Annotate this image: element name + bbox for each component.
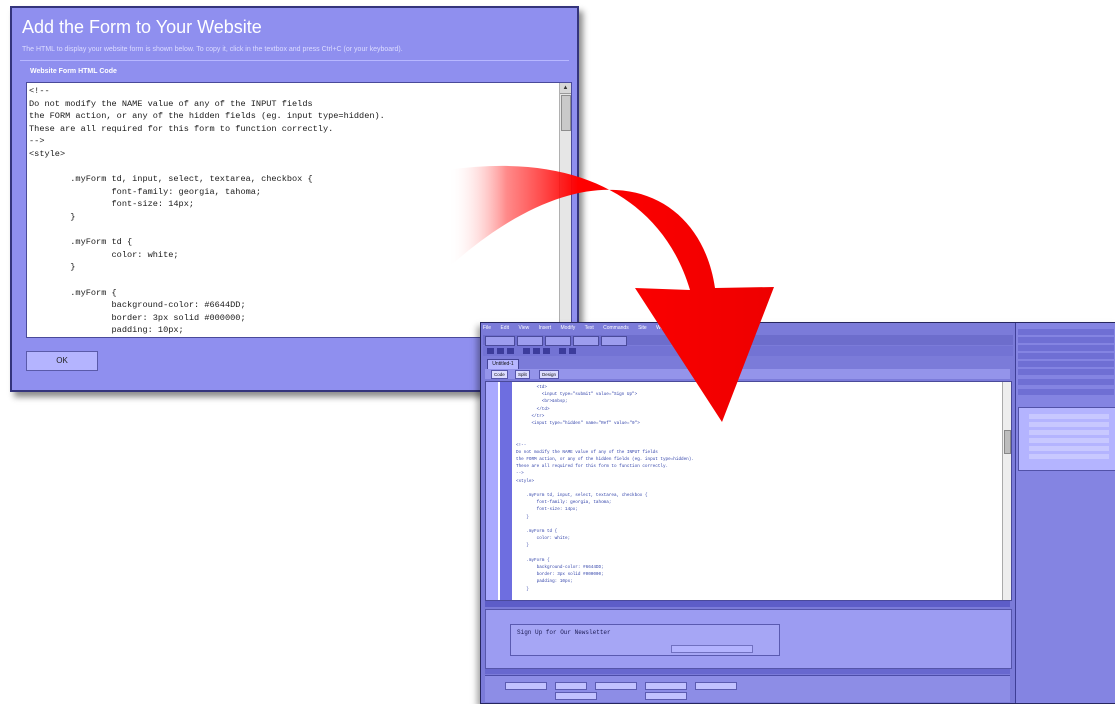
toolbar-tab[interactable] [545, 336, 571, 346]
menu-item-view[interactable]: View [518, 325, 529, 331]
property-field[interactable] [555, 692, 597, 700]
toolbar-icon[interactable] [507, 348, 514, 354]
panel-header[interactable] [1018, 353, 1114, 359]
panel-header[interactable] [1018, 369, 1114, 375]
html-editor-window: File Edit View Insert Modify Text Comman… [480, 322, 1115, 704]
file-row[interactable] [1029, 438, 1109, 443]
toolbar-tab[interactable] [517, 336, 543, 346]
file-row[interactable] [1029, 422, 1109, 427]
toolbar-icon[interactable] [533, 348, 540, 354]
property-field[interactable] [555, 682, 587, 690]
toolbar-icon[interactable] [569, 348, 576, 354]
insert-toolbar [483, 335, 1013, 346]
menu-item-commands[interactable]: Commands [603, 325, 629, 331]
html-code-text[interactable]: <!-- Do not modify the NAME value of any… [29, 85, 385, 337]
toolbar-icon[interactable] [497, 348, 504, 354]
signup-field[interactable] [671, 645, 753, 653]
menu-item-window[interactable]: Window [656, 325, 674, 331]
scroll-thumb[interactable] [561, 95, 571, 131]
scroll-up-icon[interactable]: ▲ [560, 83, 571, 94]
property-field[interactable] [695, 682, 737, 690]
panel-header[interactable] [1018, 329, 1114, 335]
files-panel[interactable] [1018, 407, 1115, 471]
menu-item-text[interactable]: Text [585, 325, 594, 331]
file-row[interactable] [1029, 414, 1109, 419]
code-scrollbar[interactable]: ▲ ▼ [559, 83, 571, 337]
properties-panel [485, 675, 1010, 702]
menu-item-edit[interactable]: Edit [500, 325, 509, 331]
toolbar-icon[interactable] [543, 348, 550, 354]
panel-header[interactable] [1018, 337, 1114, 343]
coding-toolbar [486, 382, 498, 600]
dialog-description: The HTML to display your website form is… [22, 46, 403, 53]
toolbar-tab[interactable] [573, 336, 599, 346]
tag-selector-bar [485, 601, 1010, 607]
panel-header[interactable] [1018, 379, 1114, 385]
menu-item-insert[interactable]: Insert [539, 325, 552, 331]
panel-header[interactable] [1018, 361, 1114, 367]
toolbar-tab[interactable] [601, 336, 627, 346]
menu-item-help[interactable]: Help [683, 325, 693, 331]
menu-item-site[interactable]: Site [638, 325, 647, 331]
side-panel-group [1015, 323, 1115, 703]
newsletter-form-preview: Sign Up for Our Newsletter [510, 624, 780, 656]
line-number-gutter [500, 382, 512, 600]
document-toolbar: Code Split Design [485, 369, 1010, 379]
html-code-textbox[interactable]: <!-- Do not modify the NAME value of any… [26, 82, 572, 338]
dialog-title: Add the Form to Your Website [22, 17, 262, 37]
panel-header[interactable] [1018, 345, 1114, 351]
file-row[interactable] [1029, 446, 1109, 451]
ok-button[interactable]: OK [26, 351, 98, 371]
property-field[interactable] [645, 682, 687, 690]
toolbar-icon[interactable] [487, 348, 494, 354]
menu-item-modify[interactable]: Modify [561, 325, 576, 331]
common-toolbar [483, 346, 1013, 356]
property-field[interactable] [595, 682, 637, 690]
menu-item-file[interactable]: File [483, 325, 491, 331]
editor-scrollbar[interactable] [1002, 382, 1011, 600]
property-field[interactable] [645, 692, 687, 700]
design-view-button[interactable]: Design [539, 370, 560, 379]
status-bar [485, 669, 1010, 674]
editor-scroll-thumb[interactable] [1004, 430, 1011, 454]
toolbar-tab[interactable] [485, 336, 515, 346]
editor-menubar: File Edit View Insert Modify Text Comman… [483, 325, 1013, 333]
section-label: Website Form HTML Code [30, 68, 117, 75]
file-row[interactable] [1029, 430, 1109, 435]
dialog-divider [20, 60, 569, 61]
toolbar-icon[interactable] [559, 348, 566, 354]
toolbar-icon[interactable] [523, 348, 530, 354]
split-view-button[interactable]: Split [515, 370, 530, 379]
file-row[interactable] [1029, 454, 1109, 459]
code-view-panel[interactable]: <td> <input type="submit" value="Sign Up… [485, 381, 1012, 601]
newsletter-heading: Sign Up for Our Newsletter [517, 629, 611, 636]
design-view-panel[interactable]: Sign Up for Our Newsletter [485, 609, 1012, 669]
property-field[interactable] [505, 682, 547, 690]
editor-code-text[interactable]: <td> <input type="submit" value="Sign Up… [516, 384, 694, 593]
code-view-button[interactable]: Code [491, 370, 508, 379]
panel-header[interactable] [1018, 389, 1114, 395]
